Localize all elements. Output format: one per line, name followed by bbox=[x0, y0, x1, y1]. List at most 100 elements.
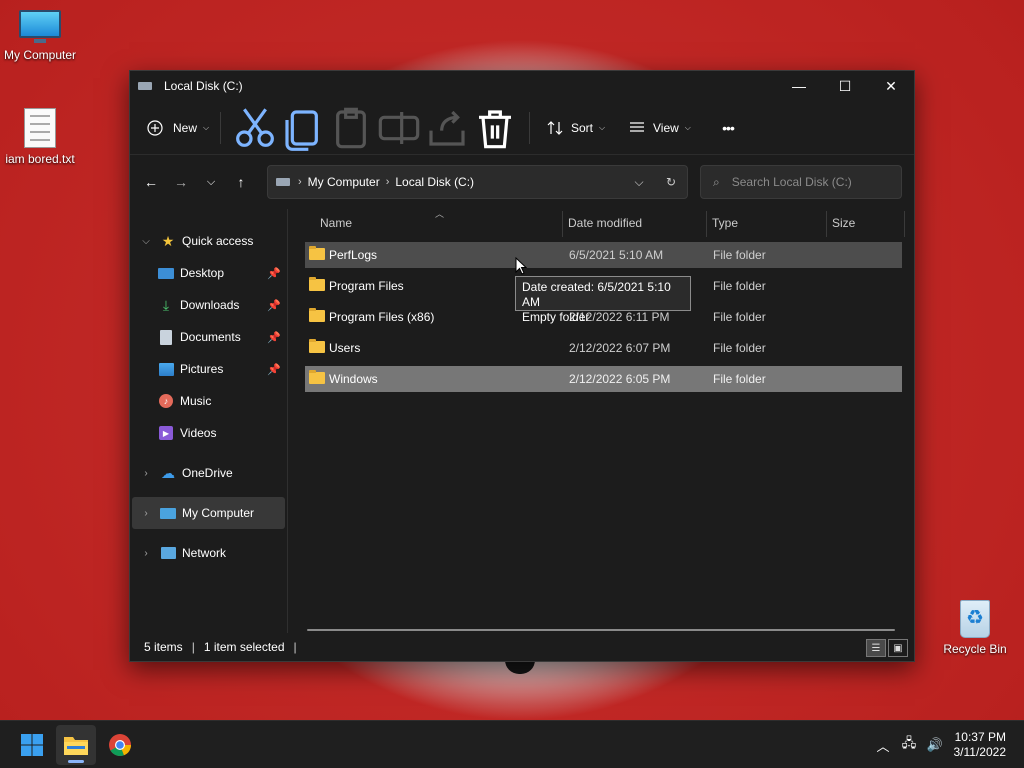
close-button[interactable]: ✕ bbox=[868, 71, 914, 101]
selection-count: 1 item selected bbox=[203, 640, 285, 654]
nav-onedrive[interactable]: › ☁ OneDrive bbox=[130, 457, 287, 489]
list-view-icon bbox=[630, 121, 644, 132]
clock[interactable]: 10:37 PM 3/11/2022 bbox=[948, 730, 1024, 760]
sort-label: Sort bbox=[571, 120, 594, 135]
column-type[interactable]: Type bbox=[712, 216, 738, 230]
horizontal-scrollbar[interactable] bbox=[307, 629, 895, 631]
details-view-button[interactable]: ☰ bbox=[866, 639, 886, 657]
column-size[interactable]: Size bbox=[832, 216, 855, 230]
table-row[interactable]: PerfLogs 6/5/2021 5:10 AM File folder bbox=[305, 242, 902, 268]
column-divider bbox=[904, 211, 905, 237]
copy-button[interactable] bbox=[279, 109, 327, 151]
desktop-icon-label: iam bored.txt bbox=[5, 152, 75, 166]
file-name: Users bbox=[329, 341, 361, 355]
show-hidden-icons-button[interactable]: ︿ bbox=[870, 736, 896, 755]
pin-icon: 📌 bbox=[267, 267, 281, 280]
minimize-button[interactable]: — bbox=[776, 71, 822, 101]
up-button[interactable]: ↑ bbox=[226, 167, 256, 197]
search-input[interactable] bbox=[731, 175, 882, 189]
network-status-button[interactable]: 🖧 bbox=[896, 734, 922, 756]
breadcrumb-my-computer[interactable]: My Computer bbox=[308, 175, 380, 189]
nav-network[interactable]: › Network bbox=[130, 537, 287, 569]
file-type: File folder bbox=[713, 279, 766, 293]
chevron-down-icon: ⌵ bbox=[142, 235, 150, 247]
file-date: 2/12/2022 6:07 PM bbox=[569, 341, 671, 355]
share-icon bbox=[429, 110, 465, 146]
status-divider: | bbox=[191, 640, 195, 654]
sort-button[interactable]: Sort ⌵ bbox=[540, 112, 618, 144]
nav-item-videos[interactable]: ▶ Videos bbox=[130, 417, 287, 449]
more-options-button[interactable]: ••• bbox=[708, 112, 748, 144]
address-dropdown-button[interactable]: ⌵ bbox=[623, 175, 655, 190]
column-divider bbox=[706, 211, 707, 237]
star-icon: ★ bbox=[161, 232, 175, 249]
breadcrumb-local-disk[interactable]: Local Disk (C:) bbox=[395, 175, 474, 189]
table-row[interactable]: Windows 2/12/2022 6:05 PM File folder bbox=[305, 366, 902, 392]
address-bar[interactable]: › My Computer › Local Disk (C:) ⌵ ↻ bbox=[267, 165, 688, 199]
start-button[interactable] bbox=[12, 725, 52, 765]
table-row[interactable]: Users 2/12/2022 6:07 PM File folder bbox=[305, 335, 902, 361]
arrow-left-icon: ← bbox=[144, 174, 158, 190]
back-button[interactable]: ← bbox=[136, 167, 166, 197]
text-file-icon bbox=[24, 108, 56, 148]
recent-locations-button[interactable]: ⌵ bbox=[196, 167, 226, 197]
file-explorer-icon bbox=[64, 737, 88, 755]
search-box[interactable]: ⌕ bbox=[700, 165, 902, 199]
nav-item-music[interactable]: ♪ Music bbox=[130, 385, 287, 417]
cut-button[interactable] bbox=[231, 107, 279, 147]
paste-button[interactable] bbox=[327, 107, 375, 148]
column-name[interactable]: Name bbox=[320, 216, 352, 230]
tiles-view-button[interactable]: ▣ bbox=[888, 639, 908, 657]
desktop-folder-icon bbox=[158, 265, 174, 281]
system-tray: ︿ 🖧 🔊 10:37 PM 3/11/2022 bbox=[870, 721, 1024, 768]
desktop-icon-my-computer[interactable]: My Computer bbox=[0, 10, 80, 62]
new-button[interactable]: New ⌵ bbox=[146, 112, 210, 144]
file-name: Windows bbox=[329, 372, 378, 386]
nav-item-downloads[interactable]: ⤓ Downloads 📌 bbox=[130, 289, 287, 321]
taskbar-chrome[interactable] bbox=[100, 725, 140, 765]
document-icon bbox=[158, 329, 174, 345]
nav-item-pictures[interactable]: Pictures 📌 bbox=[130, 353, 287, 385]
share-button[interactable] bbox=[423, 110, 471, 146]
file-name: Program Files (x86) bbox=[329, 310, 435, 324]
video-icon: ▶ bbox=[158, 425, 174, 441]
chevron-down-icon: ⌵ bbox=[206, 175, 216, 188]
window-title: Local Disk (C:) bbox=[164, 79, 243, 93]
recycle-bin-icon: ♻ bbox=[957, 596, 993, 638]
maximize-button[interactable]: ☐ bbox=[822, 71, 868, 101]
status-divider: | bbox=[293, 640, 297, 654]
monitor-icon bbox=[160, 505, 176, 521]
nav-item-label: Documents bbox=[180, 330, 241, 344]
nav-quick-access[interactable]: ⌵ ★ Quick access bbox=[130, 225, 287, 257]
folder-icon bbox=[309, 339, 325, 353]
column-header-row: ︿ Name Date modified Type Size bbox=[290, 209, 914, 239]
search-icon: ⌕ bbox=[713, 174, 720, 189]
desktop-icon-recycle-bin[interactable]: ♻ Recycle Bin bbox=[935, 596, 1015, 656]
forward-button[interactable]: → bbox=[166, 167, 196, 197]
nav-item-desktop[interactable]: Desktop 📌 bbox=[130, 257, 287, 289]
desktop-icon-label: Recycle Bin bbox=[943, 642, 1007, 656]
wallpaper-nose bbox=[505, 660, 535, 674]
file-type: File folder bbox=[713, 248, 766, 262]
desktop-icon-text-file[interactable]: iam bored.txt bbox=[0, 108, 80, 166]
pin-icon: 📌 bbox=[267, 299, 281, 312]
nav-item-label: OneDrive bbox=[182, 466, 233, 480]
view-button[interactable]: View ⌵ bbox=[618, 112, 708, 144]
chrome-icon bbox=[109, 734, 132, 757]
file-type: File folder bbox=[713, 341, 766, 355]
nav-my-computer[interactable]: › My Computer bbox=[132, 497, 285, 529]
rename-button[interactable] bbox=[375, 111, 423, 144]
picture-icon bbox=[158, 361, 174, 377]
delete-button[interactable] bbox=[471, 109, 519, 148]
monitor-icon bbox=[19, 10, 61, 44]
command-bar: New ⌵ Sort ⌵ View ⌵ ••• bbox=[130, 101, 914, 155]
taskbar-file-explorer[interactable] bbox=[56, 725, 96, 765]
refresh-button[interactable]: ↻ bbox=[655, 175, 687, 189]
column-date-modified[interactable]: Date modified bbox=[568, 216, 642, 230]
nav-item-documents[interactable]: Documents 📌 bbox=[130, 321, 287, 353]
nav-item-label: Network bbox=[182, 546, 227, 560]
toolbar-divider bbox=[529, 111, 530, 144]
title-bar[interactable]: Local Disk (C:) — ☐ ✕ bbox=[130, 71, 914, 101]
nav-item-label: Music bbox=[180, 394, 212, 408]
volume-button[interactable]: 🔊 bbox=[922, 737, 948, 753]
